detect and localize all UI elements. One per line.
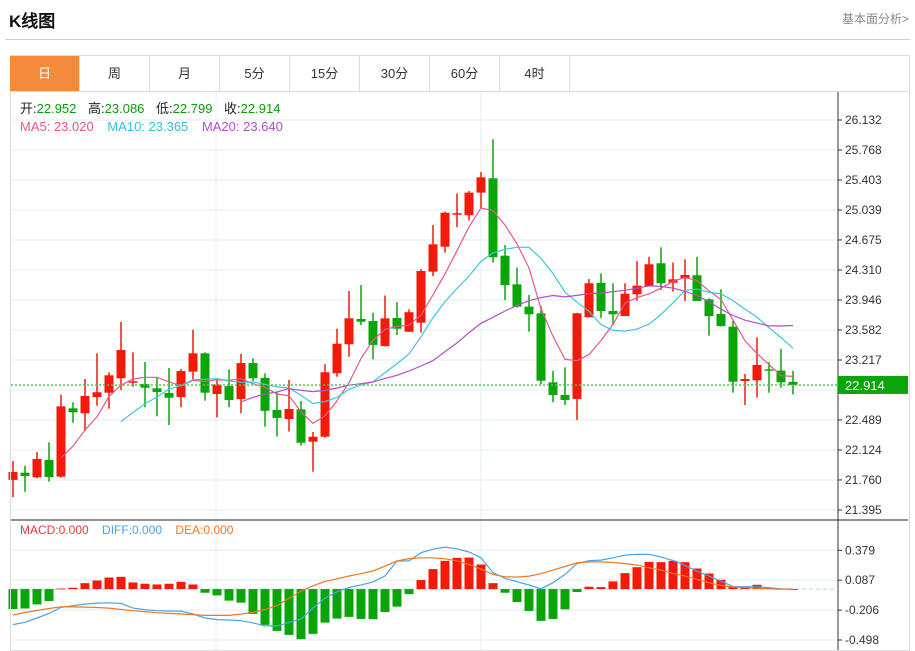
high-value: 23.086 — [104, 101, 145, 116]
tab-60min[interactable]: 60分 — [430, 56, 500, 91]
close-value: 22.914 — [240, 101, 281, 116]
diff-value: DIFF:0.000 — [102, 523, 163, 537]
ma20-value: MA20: 23.640 — [201, 119, 283, 134]
chart-panel — [10, 55, 910, 651]
dea-value: DEA:0.000 — [175, 523, 234, 537]
ma10-value: MA10: 23.365 — [107, 119, 189, 134]
tab-5min[interactable]: 5分 — [220, 56, 290, 91]
tab-day[interactable]: 日 — [10, 56, 80, 91]
tab-month[interactable]: 月 — [150, 56, 220, 91]
page-title: K线图 — [9, 12, 56, 31]
tab-week[interactable]: 周 — [80, 56, 150, 91]
low-value: 22.799 — [172, 101, 213, 116]
macd-value: MACD:0.000 — [20, 523, 89, 537]
period-tabs: 日 周 月 5分 15分 30分 60分 4时 — [10, 56, 909, 92]
fundamental-analysis-link[interactable]: 基本面分析> — [842, 10, 909, 27]
ohlc-info: 开:22.952 高:23.086 低:22.799 收:22.914 MA5:… — [20, 100, 288, 136]
close-label: 收: — [224, 101, 241, 116]
macd-info: MACD:0.000 DIFF:0.000 DEA:0.000 — [20, 523, 233, 537]
open-value: 22.952 — [36, 101, 77, 116]
tab-30min[interactable]: 30分 — [360, 56, 430, 91]
high-label: 高: — [88, 101, 105, 116]
tab-4hour[interactable]: 4时 — [500, 56, 570, 91]
tab-15min[interactable]: 15分 — [290, 56, 360, 91]
ma5-value: MA5: 23.020 — [20, 119, 94, 134]
header-divider — [5, 39, 910, 40]
low-label: 低: — [156, 101, 173, 116]
open-label: 开: — [20, 101, 37, 116]
